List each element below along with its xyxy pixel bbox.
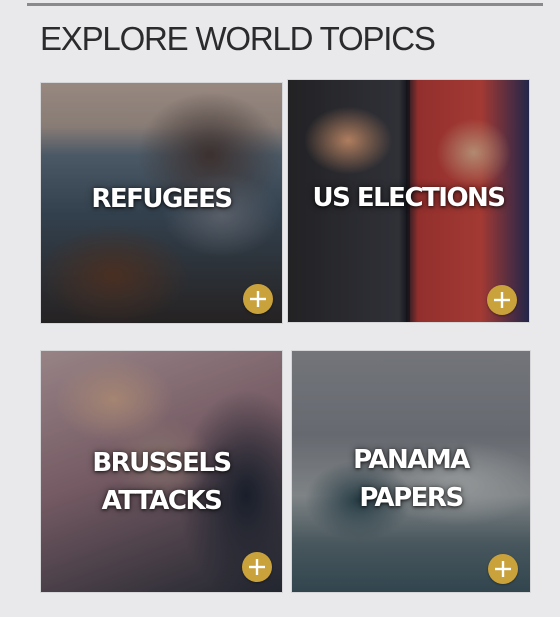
topic-label: BRUSSELS ATTACKS [41,444,282,520]
plus-icon[interactable] [243,284,273,314]
topic-label-line: PAPERS [359,483,464,513]
topic-label: US ELECTIONS [288,179,529,217]
topic-label-line: BRUSSELS [92,448,232,478]
section-title: EXPLORE WORLD TOPICS [40,20,436,57]
topic-tile-us-elections[interactable]: US ELECTIONS [288,80,529,322]
topic-label-line: PANAMA [353,445,470,475]
topic-tile-panama-papers[interactable]: PANAMA PAPERS [292,351,530,592]
topic-label-line: US ELECTIONS [312,183,506,213]
topic-tile-refugees[interactable]: REFUGEES [41,83,282,323]
plus-icon[interactable] [487,285,517,315]
topic-label: PANAMA PAPERS [292,441,530,517]
top-divider [27,3,543,6]
topic-tile-brussels-attacks[interactable]: BRUSSELS ATTACKS [41,351,282,592]
topic-label-line: REFUGEES [91,184,233,214]
topic-label: REFUGEES [41,180,282,218]
plus-icon[interactable] [242,552,272,582]
topic-label-line: ATTACKS [101,486,223,516]
plus-icon[interactable] [488,554,518,584]
